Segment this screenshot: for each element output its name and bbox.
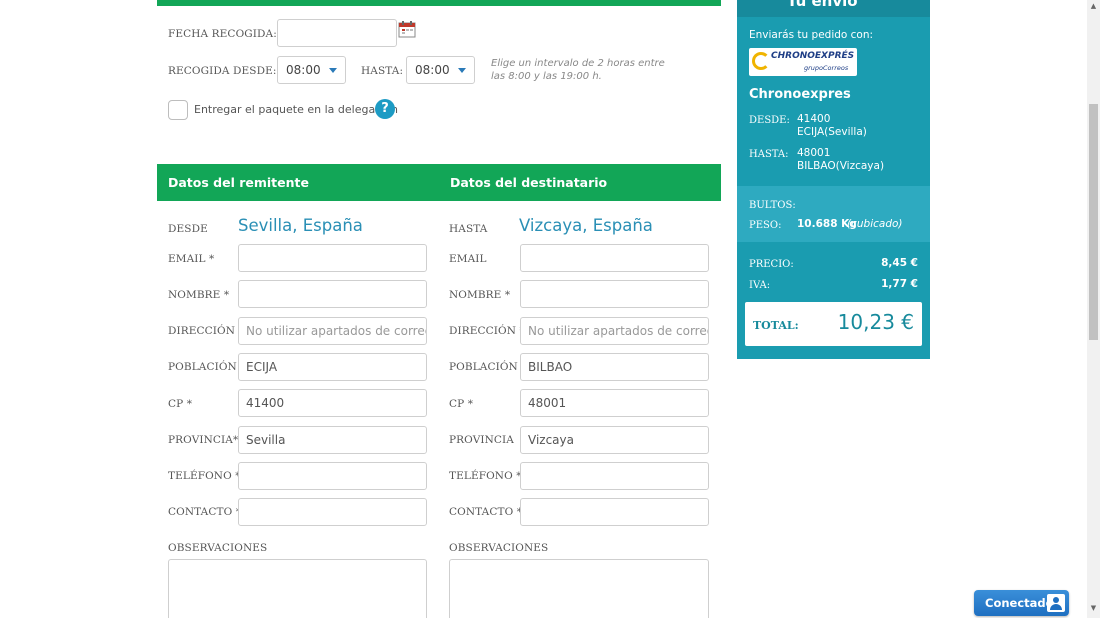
chat-status-button[interactable]: Conectado xyxy=(974,590,1069,616)
deliver-at-office-label: Entregar el paquete en la delegación xyxy=(194,103,398,116)
recipient-province-label: PROVINCIA xyxy=(449,434,514,446)
packages-label: BULTOS: xyxy=(749,200,796,211)
recipient-name-input[interactable] xyxy=(520,280,709,308)
recipient-contact-input[interactable] xyxy=(520,498,709,526)
deliver-at-office-checkbox[interactable] xyxy=(168,100,188,120)
price-label: PRECIO: xyxy=(749,259,794,270)
summary-from-zip: 41400 xyxy=(797,113,831,125)
chevron-down-icon xyxy=(329,68,337,73)
sender-zip-input[interactable]: 41400 xyxy=(238,389,427,417)
sender-city-input[interactable]: ECIJA xyxy=(238,353,427,381)
pickup-from-value: 08:00 xyxy=(286,63,321,77)
recipient-zip-label: CP * xyxy=(449,398,474,410)
scroll-up-icon[interactable]: ▲ xyxy=(1089,2,1098,12)
recipient-city-label: POBLACIÓN * xyxy=(449,361,527,373)
help-icon[interactable]: ? xyxy=(375,99,395,119)
section-header: Datos del remitente Datos del destinatar… xyxy=(157,164,721,201)
sender-origin-label: DESDE xyxy=(168,223,208,235)
summary-to-label: HASTA: xyxy=(749,149,789,160)
total-box: TOTAL: 10,23 € xyxy=(745,302,922,346)
sender-email-input[interactable] xyxy=(238,244,427,272)
recipient-address-label: DIRECCIÓN * xyxy=(449,325,525,337)
summary-to-zip: 48001 xyxy=(797,147,831,159)
recipient-email-label: EMAIL xyxy=(449,253,487,265)
sender-province-label: PROVINCIA* xyxy=(168,434,239,446)
total-value: 10,23 € xyxy=(837,310,914,334)
recipient-notes-textarea[interactable] xyxy=(449,559,709,618)
carrier-logo-mark xyxy=(752,52,770,70)
chevron-down-icon xyxy=(458,68,466,73)
summary-header: Tu envío xyxy=(737,0,930,17)
recipient-dest-value: Vizcaya, España xyxy=(519,216,653,235)
order-summary-panel: Tu envío Enviarás tu pedido con: CHRONOE… xyxy=(737,0,930,359)
recipient-address-input[interactable]: No utilizar apartados de correos xyxy=(520,317,709,345)
sender-notes-label: OBSERVACIONES xyxy=(168,542,268,554)
sender-city-label: POBLACIÓN * xyxy=(168,361,246,373)
recipient-phone-input[interactable] xyxy=(520,462,709,490)
sender-address-label: DIRECCIÓN * xyxy=(168,325,244,337)
scrollbar-thumb[interactable] xyxy=(1089,104,1098,340)
sender-name-input[interactable] xyxy=(238,280,427,308)
sender-name-label: NOMBRE * xyxy=(168,289,230,301)
recipient-email-input[interactable] xyxy=(520,244,709,272)
summary-from-label: DESDE: xyxy=(749,115,790,126)
sender-phone-input[interactable] xyxy=(238,462,427,490)
pickup-from-label: RECOGIDA DESDE: xyxy=(168,65,277,77)
pickup-to-select[interactable]: 08:00 xyxy=(406,56,475,84)
sender-origin-value: Sevilla, España xyxy=(238,216,363,235)
sender-phone-label: TELÉFONO * xyxy=(168,470,241,482)
summary-title: Tu envío xyxy=(787,0,858,10)
price-value: 8,45 € xyxy=(881,257,918,269)
recipient-province-input[interactable]: Vizcaya xyxy=(520,426,709,454)
recipient-city-input[interactable]: BILBAO xyxy=(520,353,709,381)
recipient-dest-label: HASTA xyxy=(449,223,488,235)
summary-to-city: BILBAO(Vizcaya) xyxy=(797,160,885,172)
weight-note: (cubicado) xyxy=(847,218,903,230)
scroll-down-icon[interactable]: ▼ xyxy=(1089,604,1098,614)
pickup-date-label: FECHA RECOGIDA: xyxy=(168,28,277,40)
vat-value: 1,77 € xyxy=(881,278,918,290)
recipient-zip-input[interactable]: 48001 xyxy=(520,389,709,417)
sender-section-title: Datos del remitente xyxy=(168,175,309,190)
pickup-hint-line1: Elige un intervalo de 2 horas entre xyxy=(491,58,665,69)
sender-province-input[interactable]: Sevilla xyxy=(238,426,427,454)
sender-contact-label: CONTACTO * xyxy=(168,506,242,518)
sender-contact-input[interactable] xyxy=(238,498,427,526)
sender-zip-label: CP * xyxy=(168,398,193,410)
carrier-name: Chronoexpres xyxy=(749,87,851,102)
top-green-strip xyxy=(157,0,721,6)
recipient-phone-label: TELÉFONO * xyxy=(449,470,522,482)
pickup-date-input[interactable] xyxy=(277,19,397,47)
sender-notes-textarea[interactable] xyxy=(168,559,427,618)
ship-with-text: Enviarás tu pedido con: xyxy=(749,29,874,41)
weight-label: PESO: xyxy=(749,220,782,231)
user-icon xyxy=(1047,594,1065,612)
recipient-name-label: NOMBRE * xyxy=(449,289,511,301)
calendar-icon[interactable] xyxy=(398,20,416,38)
pickup-to-value: 08:00 xyxy=(415,63,450,77)
recipient-section-title: Datos del destinatario xyxy=(450,175,608,190)
vat-label: IVA: xyxy=(749,280,771,291)
pickup-from-select[interactable]: 08:00 xyxy=(277,56,346,84)
page: FECHA RECOGIDA: RECOGIDA DESDE: 08:00 HA… xyxy=(0,0,1100,618)
carrier-logo: CHRONOEXPRÉS grupoCorreos xyxy=(749,48,857,76)
total-label: TOTAL: xyxy=(753,319,799,332)
recipient-notes-label: OBSERVACIONES xyxy=(449,542,549,554)
summary-weight-block: BULTOS: PESO: 10.688 Kg (cubicado) xyxy=(737,186,930,242)
chat-status-label: Conectado xyxy=(985,596,1054,610)
recipient-contact-label: CONTACTO * xyxy=(449,506,523,518)
summary-from-city: ECIJA(Sevilla) xyxy=(797,126,867,138)
carrier-logo-text: CHRONOEXPRÉS xyxy=(771,51,855,61)
sender-address-input[interactable]: No utilizar apartados de correos xyxy=(238,317,427,345)
pickup-to-label: HASTA: xyxy=(361,65,404,77)
pickup-hint-line2: las 8:00 y las 19:00 h. xyxy=(491,71,602,82)
sender-email-label: EMAIL * xyxy=(168,253,215,265)
carrier-logo-subtext: grupoCorreos xyxy=(804,64,849,72)
